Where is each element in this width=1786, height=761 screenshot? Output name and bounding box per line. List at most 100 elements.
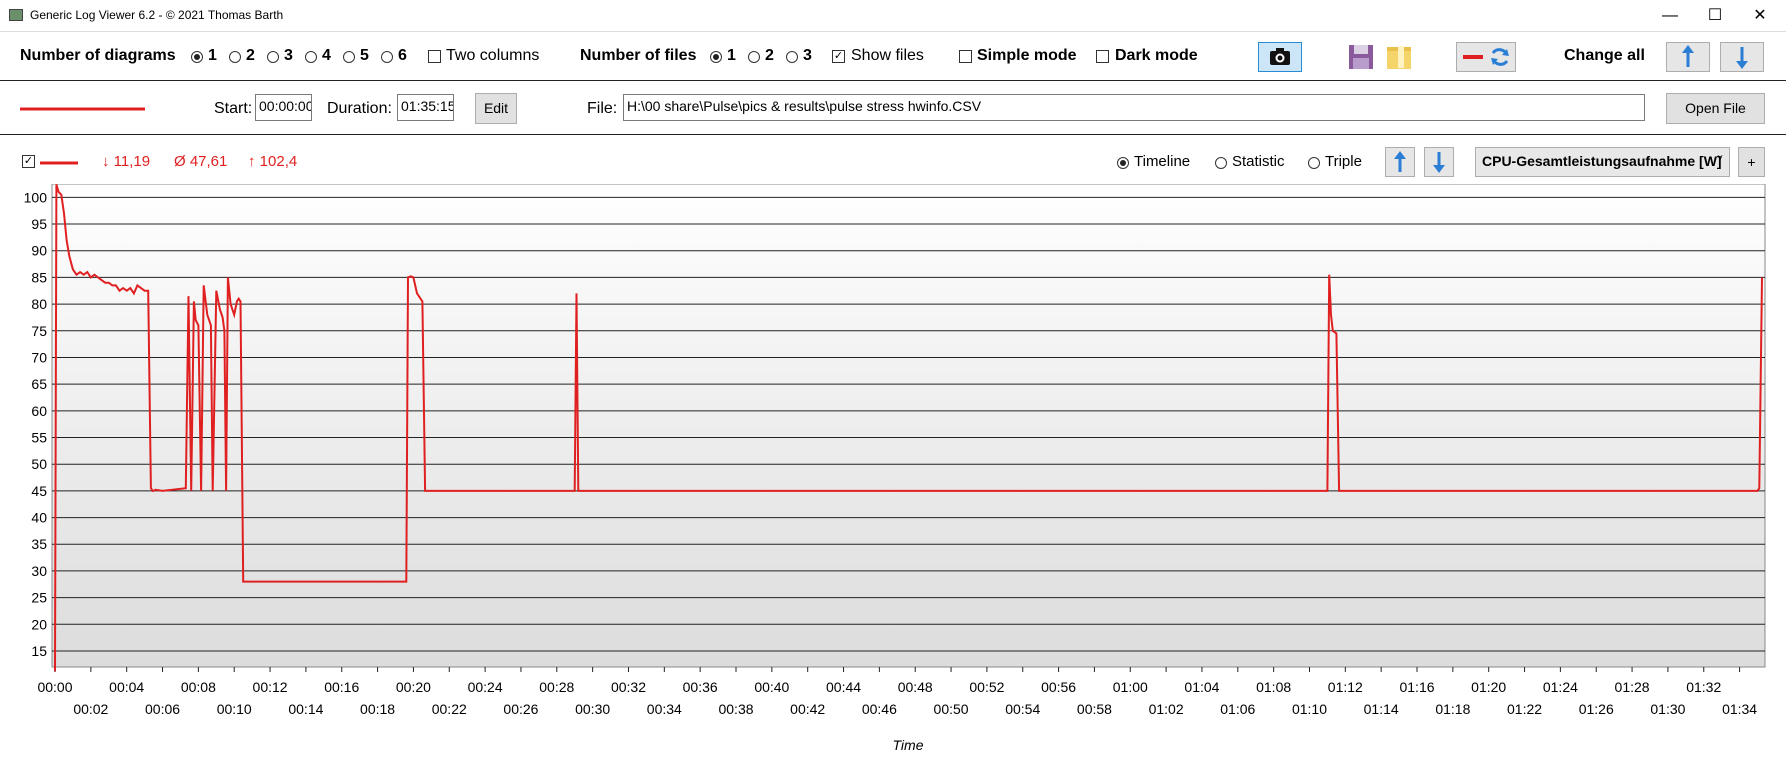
view-radio-timeline[interactable] [1117, 157, 1129, 169]
series-line-swatch[interactable] [40, 160, 80, 166]
y-tick-label: 80 [31, 296, 47, 312]
x-tick-label: 00:56 [1041, 679, 1076, 695]
x-tick-label: 00:36 [683, 679, 718, 695]
y-tick-label: 100 [24, 189, 48, 205]
diagrams-radio-6[interactable] [381, 51, 393, 63]
x-tick-label: 00:06 [145, 701, 180, 717]
file-bar: Start: 00:00:00 Duration: 01:35:15 Edit … [0, 82, 1786, 135]
x-tick-label: 01:22 [1507, 701, 1542, 717]
x-tick-label: 01:10 [1292, 701, 1327, 717]
y-tick-label: 20 [31, 616, 47, 632]
x-tick-label: 00:26 [503, 701, 538, 717]
y-tick-label: 75 [31, 323, 47, 339]
y-tick-label: 60 [31, 403, 47, 419]
screenshot-button[interactable] [1258, 42, 1302, 72]
two-columns-label: Two columns [446, 47, 540, 64]
close-button[interactable]: ✕ [1740, 4, 1780, 28]
diagram-move-down-button[interactable] [1424, 147, 1454, 177]
main-toolbar: Number of diagrams 1 2 3 4 5 6 Two colum… [0, 33, 1786, 81]
x-tick-label: 00:28 [539, 679, 574, 695]
timeline-chart: 15 20 25 30 35 40 45 50 55 60 65 70 75 80 85 90 95 100 00… [24, 184, 1766, 753]
files-label: Number of files [580, 47, 697, 64]
x-tick-label: 00:12 [253, 679, 288, 695]
diagrams-option-1-label: 1 [208, 47, 217, 64]
y-tick-label: 85 [31, 269, 47, 285]
x-tick-label: 01:00 [1113, 679, 1148, 695]
file-path-field[interactable]: H:\00 share\Pulse\pics & results\pulse s… [623, 94, 1645, 121]
save-button[interactable] [1346, 42, 1376, 72]
dark-mode-checkbox[interactable] [1096, 50, 1109, 63]
dark-mode-label: Dark mode [1115, 47, 1198, 64]
camera-icon [1270, 48, 1290, 65]
x-tick-label: 01:20 [1471, 679, 1506, 695]
avg-value: Ø 47,61 [174, 153, 228, 170]
maximize-button[interactable]: ☐ [1695, 4, 1735, 28]
simple-mode-checkbox[interactable] [959, 50, 972, 63]
x-tick-label: 00:10 [217, 701, 252, 717]
diagrams-radio-4[interactable] [305, 51, 317, 63]
open-file-button[interactable]: Open File [1666, 93, 1765, 124]
save-icon [1349, 45, 1373, 69]
show-files-label: Show files [851, 47, 924, 64]
move-down-all-button[interactable] [1720, 42, 1764, 72]
diagrams-option-4-label: 4 [322, 47, 331, 64]
duration-field[interactable]: 01:35:15 [397, 94, 454, 121]
y-tick-label: 30 [31, 563, 47, 579]
show-files-checkbox[interactable]: ✓ [832, 50, 845, 63]
diagram-move-up-button[interactable] [1385, 147, 1415, 177]
series-visible-checkbox[interactable]: ✓ [22, 155, 35, 168]
x-tick-label: 01:18 [1435, 701, 1470, 717]
diagrams-radio-3[interactable] [267, 51, 279, 63]
line-style-button[interactable] [1456, 42, 1516, 72]
file-line-swatch[interactable] [20, 106, 146, 112]
x-tick-label: 01:16 [1399, 679, 1434, 695]
x-tick-label: 00:30 [575, 701, 610, 717]
start-label: Start: [214, 100, 253, 117]
line-style-icon [1463, 48, 1509, 66]
files-radio-1[interactable] [710, 51, 722, 63]
x-tick-label: 01:12 [1328, 679, 1363, 695]
diagrams-radio-5[interactable] [343, 51, 355, 63]
min-value: ↓ 11,19 [102, 153, 151, 170]
diagrams-radio-1[interactable] [191, 51, 203, 63]
x-tick-label: 00:14 [288, 701, 323, 717]
y-tick-label: 95 [31, 216, 47, 232]
diagrams-radio-2[interactable] [229, 51, 241, 63]
edit-button[interactable]: Edit [475, 93, 517, 124]
x-tick-label: 00:40 [754, 679, 789, 695]
view-radio-statistic[interactable] [1215, 157, 1227, 169]
x-tick-label: 00:50 [934, 701, 969, 717]
minimize-button[interactable]: — [1650, 4, 1690, 28]
files-option-2-label: 2 [765, 47, 774, 64]
y-tick-label: 15 [31, 643, 47, 659]
add-diagram-button[interactable]: + [1738, 147, 1765, 177]
files-radio-3[interactable] [786, 51, 798, 63]
files-option-1-label: 1 [727, 47, 736, 64]
diagrams-option-3-label: 3 [284, 47, 293, 64]
change-all-label: Change all [1564, 47, 1645, 64]
x-tick-label: 01:08 [1256, 679, 1291, 695]
x-tick-label: 01:24 [1543, 679, 1578, 695]
diagrams-option-5-label: 5 [360, 47, 369, 64]
view-radio-triple[interactable] [1308, 157, 1320, 169]
y-tick-label: 45 [31, 483, 47, 499]
x-tick-label: 01:06 [1220, 701, 1255, 717]
move-up-all-button[interactable] [1666, 42, 1710, 72]
start-field[interactable]: 00:00:00 [255, 94, 312, 121]
diagrams-option-2-label: 2 [246, 47, 255, 64]
chevron-down-icon: ˅ [1717, 153, 1723, 164]
x-tick-label: 00:52 [969, 679, 1004, 695]
y-tick-label: 90 [31, 243, 47, 259]
open-folder-button[interactable] [1384, 42, 1414, 72]
y-tick-label: 50 [31, 456, 47, 472]
two-columns-checkbox[interactable] [428, 50, 441, 63]
files-radio-2[interactable] [748, 51, 760, 63]
x-tick-label: 00:46 [862, 701, 897, 717]
x-tick-label: 00:54 [1005, 701, 1040, 717]
sensor-select-value: CPU-Gesamtleistungsaufnahme [W] [1482, 153, 1722, 169]
x-axis-label: Time [893, 737, 924, 753]
x-tick-label: 01:02 [1149, 701, 1184, 717]
x-tick-label: 00:04 [109, 679, 144, 695]
x-tick-label: 00:02 [73, 701, 108, 717]
sensor-select[interactable]: CPU-Gesamtleistungsaufnahme [W] ˅ [1475, 147, 1730, 177]
